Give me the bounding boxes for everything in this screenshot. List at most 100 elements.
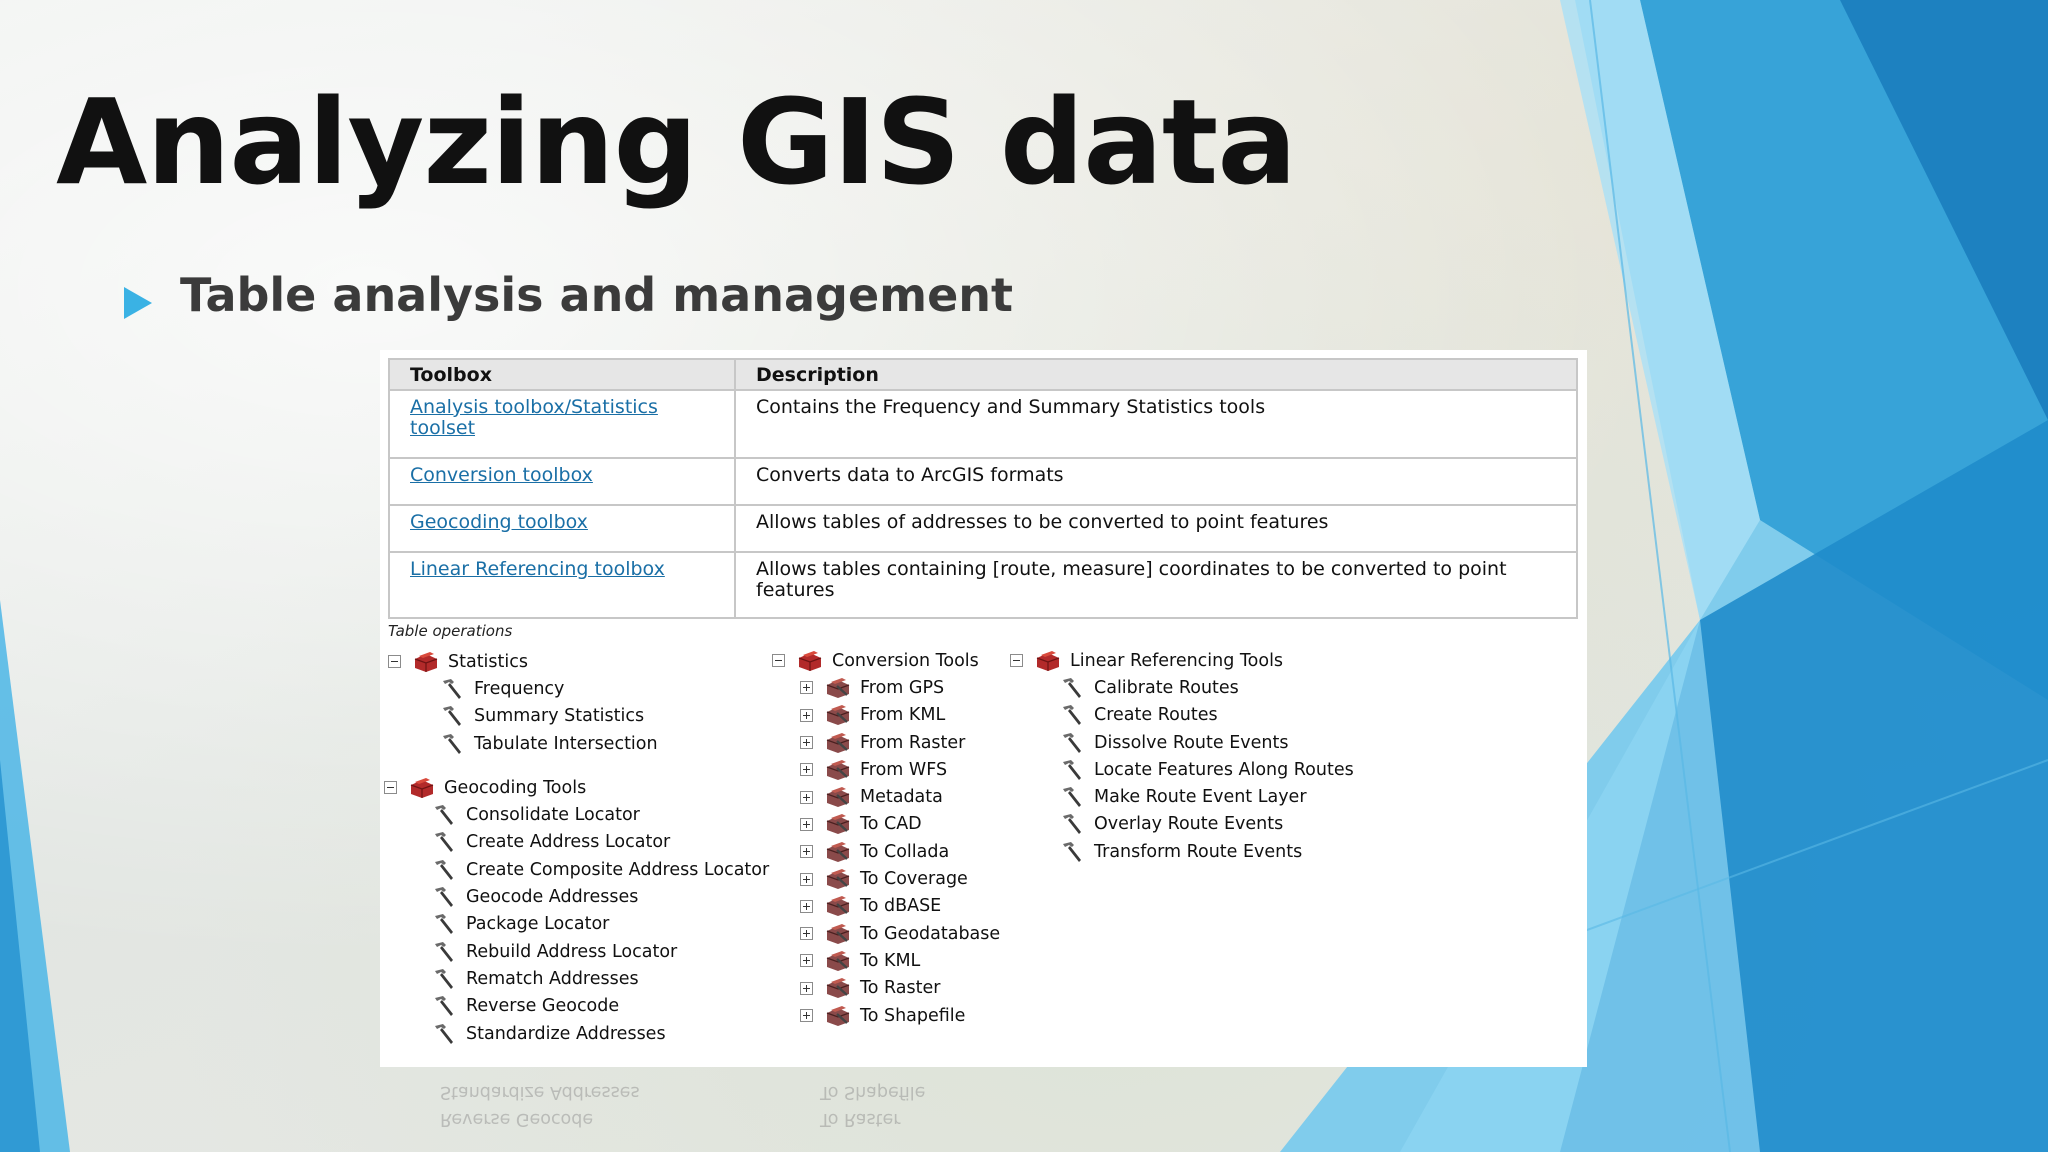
expand-icon[interactable] [800,736,813,750]
expand-icon[interactable] [800,681,813,695]
tree-tool-item[interactable]: Rebuild Address Locator [388,938,758,965]
tree-tool-item[interactable]: Calibrate Routes [1010,674,1340,701]
tree-tool-item[interactable]: Standardize Addresses [388,1020,758,1047]
tree-toolset-item[interactable]: To Coverage [772,865,1002,892]
table-cell-description: Allows tables of addresses to be convert… [734,504,1578,553]
tree-tool-item[interactable]: Consolidate Locator [388,801,758,828]
bullet-arrow-icon [124,287,152,319]
table-cell-toolbox: Linear Referencing toolbox [388,551,736,619]
hammer-icon [435,1023,453,1044]
collapse-icon[interactable] [1010,654,1023,668]
expand-icon[interactable] [800,954,813,968]
toolset-icon [826,677,850,698]
tree-tool-item[interactable]: Dissolve Route Events [1010,729,1340,756]
tree-node-linear-referencing[interactable]: Linear Referencing Tools [1010,647,1340,674]
hammer-icon [1063,677,1081,698]
tree-toolset-item[interactable]: From KML [772,702,1002,729]
table-cell-toolbox: Conversion toolbox [388,457,736,506]
toolbox-icon [1036,650,1060,671]
tree-toolset-item[interactable]: To CAD [772,811,1002,838]
toolbox-link-analysis[interactable]: Analysis toolbox/Statistics toolset [410,396,658,439]
tree-column-right: Linear Referencing Tools Calibrate Route… [1010,647,1354,865]
tree-node-conversion[interactable]: Conversion Tools [772,647,1002,674]
tree-toolset-item[interactable]: To Geodatabase [772,920,1002,947]
expand-icon[interactable] [800,708,813,722]
hammer-icon [435,887,453,908]
tree-column-middle: Conversion Tools From GPS From KML From Ra… [772,647,1002,1029]
tree-tool-item[interactable]: Summary Statistics [388,703,758,730]
toolset-icon [826,1005,850,1026]
tree-tool-item[interactable]: Make Route Event Layer [1010,783,1340,810]
toolset-icon [826,759,850,780]
expand-icon[interactable] [800,872,813,886]
reflection-text: To Raster [820,1109,901,1129]
expand-icon[interactable] [800,790,813,804]
tree-tool-item[interactable]: Transform Route Events [1010,838,1340,865]
hammer-icon [1063,787,1081,808]
tree-tool-item[interactable]: Reverse Geocode [388,993,758,1020]
tree-tool-item[interactable]: Geocode Addresses [388,883,758,910]
expand-icon[interactable] [800,899,813,913]
tree-tool-label: Consolidate Locator [466,805,640,826]
toolbox-link-conversion[interactable]: Conversion toolbox [410,464,593,486]
toolset-icon [826,814,850,835]
expand-icon[interactable] [800,981,813,995]
tree-tool-label: Package Locator [466,914,610,935]
tree-tool-item[interactable]: Overlay Route Events [1010,811,1340,838]
tree-toolset-label: To Collada [860,841,950,862]
tree-node-statistics[interactable]: Statistics [388,648,758,675]
hammer-icon [1063,705,1081,726]
tree-toolset-item[interactable]: From GPS [772,674,1002,701]
tree-tool-item[interactable]: Create Composite Address Locator [388,856,769,883]
tree-tool-item[interactable]: Frequency [388,675,758,702]
tree-toolset-label: To Raster [860,978,941,999]
toolset-icon [826,950,850,971]
toolbox-link-geocoding[interactable]: Geocoding toolbox [410,511,588,533]
hammer-icon [443,733,461,754]
expand-icon[interactable] [800,927,813,941]
tree-toolset-item[interactable]: From WFS [772,756,1002,783]
tree-tool-item[interactable]: Create Address Locator [388,829,758,856]
tree-toolset-item[interactable]: To Collada [772,838,1002,865]
tree-toolset-label: To Shapefile [860,1005,966,1026]
tree-toolset-item[interactable]: To Shapefile [772,1002,1002,1029]
tree-toolset-item[interactable]: To KML [772,947,1002,974]
expand-icon[interactable] [800,1009,813,1022]
tree-tool-item[interactable]: Package Locator [388,911,758,938]
tree-tool-item[interactable]: Rematch Addresses [388,965,758,992]
collapse-icon[interactable] [384,781,397,795]
expand-icon[interactable] [800,845,813,859]
tree-node-label: Statistics [448,651,528,672]
tree-tool-label: Make Route Event Layer [1094,787,1307,808]
tree-tool-label: Summary Statistics [474,706,645,727]
tree-toolset-item[interactable]: Metadata [772,783,1002,810]
hammer-icon [1063,759,1081,780]
collapse-icon[interactable] [772,654,785,668]
reflection-text: Reverse Geocode [440,1109,594,1129]
collapse-icon[interactable] [388,655,401,669]
table-row: Linear Referencing toolbox Allows tables… [388,551,1578,619]
tree-tool-label: Dissolve Route Events [1094,732,1289,753]
tree-node-label: Conversion Tools [832,650,979,671]
tree-tool-label: Geocode Addresses [466,887,639,908]
tree-tool-item[interactable]: Tabulate Intersection [388,730,758,757]
tree-tool-label: Create Address Locator [466,832,671,853]
table-cell-description: Converts data to ArcGIS formats [734,457,1578,506]
toolbox-link-linear-referencing[interactable]: Linear Referencing toolbox [410,558,665,580]
tree-tool-item[interactable]: Locate Features Along Routes [1010,756,1354,783]
expand-icon[interactable] [800,763,813,777]
expand-icon[interactable] [800,817,813,831]
tree-tool-label: Transform Route Events [1094,841,1303,862]
tree-tool-label: Reverse Geocode [466,996,620,1017]
table-header-row: Toolbox Description [388,358,1578,391]
toolset-icon [826,923,850,944]
toolset-icon [826,896,850,917]
tree-toolset-item[interactable]: From Raster [772,729,1002,756]
tree-node-geocoding[interactable]: Geocoding Tools [384,774,758,801]
tree-toolset-item[interactable]: To dBASE [772,893,1002,920]
tree-toolset-item[interactable]: To Raster [772,975,1002,1002]
tree-tool-item[interactable]: Create Routes [1010,702,1340,729]
toolbox-icon [410,777,434,798]
bullet-text: Table analysis and management [180,268,1014,322]
hammer-icon [443,706,461,727]
